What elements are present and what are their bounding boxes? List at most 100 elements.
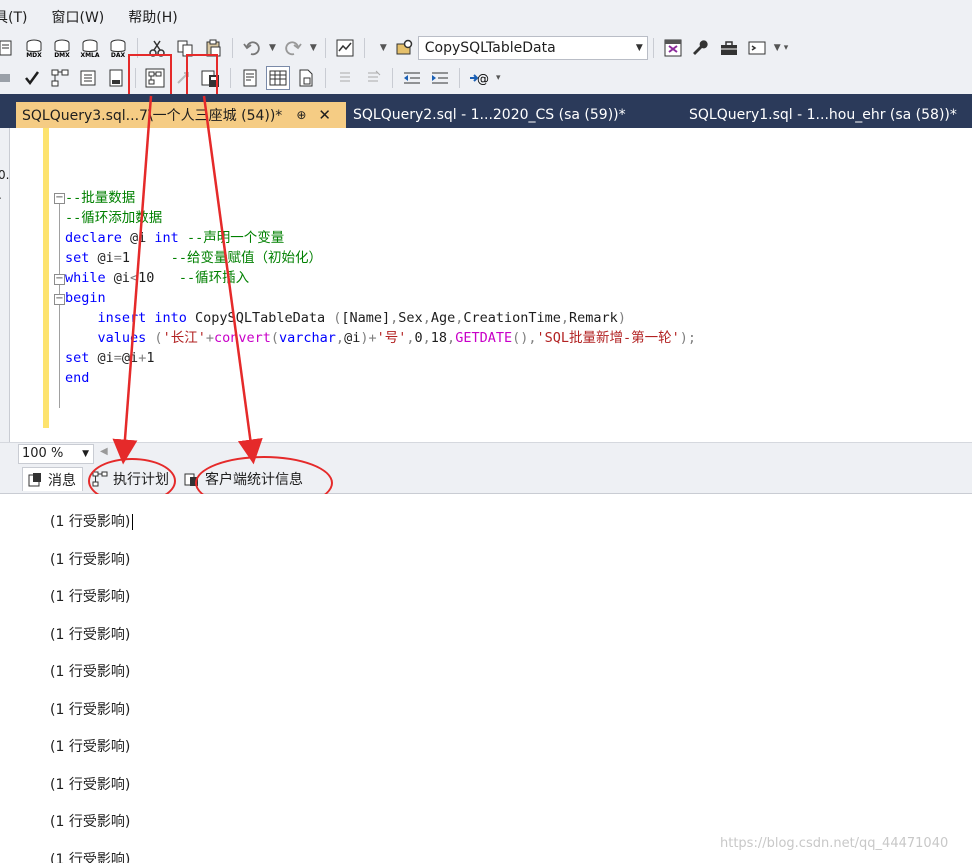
zoom-selector[interactable]: 100 % ▼ xyxy=(18,444,94,464)
close-icon[interactable]: ✕ xyxy=(318,106,331,124)
visual-studio-icon[interactable] xyxy=(661,36,685,60)
comment-lines-icon[interactable] xyxy=(333,66,357,90)
menu-tools[interactable]: 具(T) xyxy=(0,7,39,27)
code-token: Sex xyxy=(398,310,423,326)
toolbox-icon[interactable] xyxy=(717,36,741,60)
code-token: (), xyxy=(512,330,537,346)
pin-icon[interactable]: ⊕ xyxy=(296,108,306,122)
parse-checkmark-icon[interactable] xyxy=(20,66,44,90)
code-token: begin xyxy=(65,290,106,306)
annotation-box-client-statistics xyxy=(186,54,218,96)
code-token: --声明一个变量 xyxy=(178,230,285,246)
uncomment-lines-icon[interactable] xyxy=(361,66,385,90)
code-token: 0 xyxy=(414,330,423,346)
scroll-left-icon[interactable]: ◀ xyxy=(100,446,108,457)
mdx-query-icon[interactable]: MDX xyxy=(22,36,46,60)
object-explorer-edge: 0. . xyxy=(0,128,10,442)
collapse-region-icon[interactable]: − xyxy=(54,274,65,285)
redo-icon[interactable] xyxy=(281,36,305,60)
wrench-icon[interactable] xyxy=(689,36,713,60)
tab-sqlquery1[interactable]: SQLQuery1.sql - 1...hou_ehr (sa (58))* xyxy=(689,102,957,128)
increase-indent-icon[interactable] xyxy=(428,66,452,90)
code-token: set xyxy=(65,350,90,366)
messages-pane[interactable]: (1 行受影响) (1 行受影响) (1 行受影响) (1 行受影响) (1 行受影响)… xyxy=(0,494,972,863)
message-line: (1 行受影响) xyxy=(50,851,131,863)
chevron-down-icon: ▼ xyxy=(82,449,89,459)
code-token: )+ xyxy=(360,330,377,346)
toolbar-overflow-icon[interactable]: ▾ xyxy=(784,43,789,53)
decrease-indent-icon[interactable] xyxy=(400,66,424,90)
code-token: = xyxy=(113,350,122,366)
code-token: = xyxy=(113,250,122,266)
display-estimated-plan-icon[interactable] xyxy=(48,66,72,90)
code-token: 1 xyxy=(121,250,171,266)
undo-icon[interactable] xyxy=(240,36,264,60)
code-token: declare xyxy=(65,230,122,246)
message-line: (1 行受影响) xyxy=(50,664,131,680)
menu-help[interactable]: 帮助(H) xyxy=(116,7,189,27)
code-token: , xyxy=(422,310,431,326)
results-to-file-icon[interactable] xyxy=(294,66,318,90)
code-token: @i xyxy=(89,350,114,366)
toolbar-separator xyxy=(324,38,326,58)
zoom-value: 100 % xyxy=(22,446,64,461)
specify-template-parameters-icon[interactable]: @ xyxy=(467,66,491,90)
code-token: --循环插入 xyxy=(178,270,250,286)
collapse-region-icon[interactable]: − xyxy=(54,294,65,305)
collapse-region-icon[interactable]: − xyxy=(54,193,65,204)
xmla-query-icon[interactable]: XMLA xyxy=(78,36,102,60)
sql-editor[interactable]: 0. . − − − --批量数据 --循环添加数据 declare @i int … xyxy=(0,128,972,442)
code-token: @i xyxy=(121,350,139,366)
command-window-icon[interactable] xyxy=(745,36,769,60)
code-token: varchar xyxy=(279,330,336,346)
code-line[interactable]: declare @i int --声明一个变量 xyxy=(65,228,284,248)
toolbar-overflow-icon[interactable]: ▾ xyxy=(496,73,501,83)
database-selector[interactable]: CopySQLTableData ▼ xyxy=(417,36,648,60)
code-line[interactable]: values ('长江'+convert(varchar,@i)+'号',0,1… xyxy=(65,328,697,348)
code-line[interactable]: end xyxy=(65,368,89,388)
code-line[interactable]: begin xyxy=(65,288,106,308)
gutter-fragment: 0. xyxy=(0,168,10,182)
results-to-grid-icon[interactable] xyxy=(266,66,290,90)
solution-config-dropdown-icon[interactable]: ▼ xyxy=(380,43,387,53)
tab-sqlquery2[interactable]: SQLQuery2.sql - 1...2020_CS (sa (59))* xyxy=(353,102,626,128)
find-in-files-icon[interactable] xyxy=(392,36,416,60)
database-selector-value: CopySQLTableData xyxy=(424,40,556,56)
message-line: (1 行受影响) xyxy=(50,814,131,830)
activity-monitor-icon[interactable] xyxy=(333,36,357,60)
code-line[interactable]: set @i=@i+1 xyxy=(65,348,154,368)
code-token: convert xyxy=(213,330,271,346)
chevron-down-icon: ▼ xyxy=(635,43,643,53)
code-line[interactable]: --批量数据 xyxy=(65,188,135,208)
code-token: GETDATE xyxy=(455,330,513,346)
tab-sqlquery3[interactable]: SQLQuery3.sql...7\一个人三座城 (54))* ⊕ ✕ xyxy=(16,102,346,128)
tab-messages[interactable]: 消息 xyxy=(22,467,83,491)
code-line[interactable]: insert into CopySQLTableData ([Name],Sex… xyxy=(65,308,626,328)
menu-window[interactable]: 窗口(W) xyxy=(39,7,116,27)
code-line[interactable]: while @i<10 --循环插入 xyxy=(65,268,249,288)
code-token: , xyxy=(335,330,345,346)
toolbar-separator xyxy=(363,38,365,58)
query-icon[interactable] xyxy=(0,36,18,60)
code-token: @i xyxy=(344,330,361,346)
code-line[interactable]: set @i=1 --给变量赋值（初始化） xyxy=(65,248,322,268)
code-token: CopySQLTableData xyxy=(186,310,334,326)
code-token: --给变量赋值（初始化） xyxy=(170,250,322,266)
code-token: '长江' xyxy=(162,330,206,346)
message-line: (1 行受影响) xyxy=(50,739,131,755)
debug-icon[interactable] xyxy=(0,66,16,90)
dmx-query-icon[interactable]: DMX xyxy=(50,36,74,60)
annotation-box-execution-plan xyxy=(128,54,172,96)
redo-dropdown-icon[interactable]: ▼ xyxy=(310,43,317,53)
query-options-icon[interactable] xyxy=(76,66,100,90)
dax-query-icon[interactable]: DAX xyxy=(106,36,130,60)
more-dropdown-icon[interactable]: ▼ xyxy=(774,43,781,53)
undo-dropdown-icon[interactable]: ▼ xyxy=(269,43,276,53)
results-to-text-icon[interactable] xyxy=(238,66,262,90)
watermark: https://blog.csdn.net/qq_44471040 xyxy=(720,836,949,851)
svg-text:@: @ xyxy=(477,72,489,86)
code-line[interactable]: --循环添加数据 xyxy=(65,208,162,228)
intellisense-icon[interactable] xyxy=(104,66,128,90)
code-token: @i xyxy=(89,250,114,266)
